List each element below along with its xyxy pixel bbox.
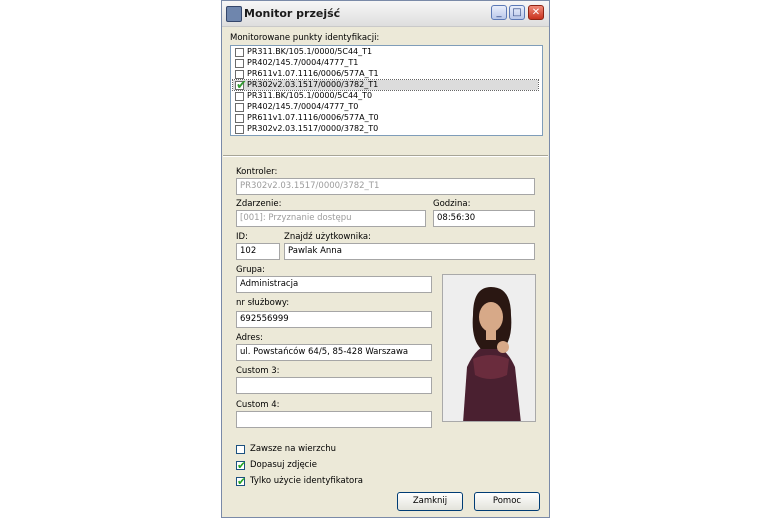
list-item[interactable]: PR311.BK/105.1/0000/5C44_T0 [233,91,538,101]
list-item[interactable]: PR402/145.7/0004/4777_T0 [233,102,538,112]
list-item[interactable]: PR302v2.03.1517/0000/3782_T0 [233,124,538,134]
checkmark-icon: ✔ [237,459,247,472]
zdarzenie-field: [001]: Przyznanie dostępu [236,210,426,227]
title-bar[interactable]: Monitor przejść _ □ ✕ [222,1,549,27]
monitored-listbox[interactable]: PR311.BK/105.1/0000/5C44_T1 PR402/145.7/… [230,45,543,136]
close-window-button[interactable]: ✕ [528,5,544,20]
custom4-field[interactable] [236,411,432,428]
item-checkbox[interactable] [235,114,244,123]
list-item[interactable]: PR402/145.7/0004/4777_T1 [233,58,538,68]
item-checkbox[interactable] [235,125,244,134]
fit-photo-checkbox[interactable]: ✔ [236,459,247,472]
minimize-button[interactable]: _ [491,5,507,20]
person-photo-icon [443,275,535,421]
list-item[interactable]: PR611v1.07.1116/0006/577A_T1 [233,69,538,79]
custom3-label: Custom 3: [236,366,280,376]
fit-photo-option[interactable]: ✔ Dopasuj zdjęcie [236,460,436,473]
item-checkbox[interactable]: ✔ [235,79,247,92]
list-item[interactable]: PR611v1.07.1116/0006/577A_T0 [233,113,538,123]
always-on-top-checkbox[interactable] [236,445,245,454]
monitored-section: Monitorowane punkty identyfikacji: PR311… [222,27,549,154]
adres-field[interactable]: ul. Powstańców 64/5, 85-428 Warszawa [236,344,432,361]
adres-label: Adres: [236,333,263,343]
monitor-window: Monitor przejść _ □ ✕ Monitorowane punkt… [221,0,550,518]
zdarzenie-label: Zdarzenie: [236,199,282,209]
id-label: ID: [236,232,248,242]
grupa-field[interactable]: Administracja [236,276,432,293]
always-on-top-option[interactable]: Zawsze na wierzchu [236,444,436,457]
item-checkbox[interactable] [235,59,244,68]
kontroler-field: PR302v2.03.1517/0000/3782_T1 [236,178,535,195]
item-checkbox[interactable] [235,103,244,112]
nr-label: nr służbowy: [236,298,290,308]
id-only-checkbox[interactable]: ✔ [236,475,247,488]
maximize-button[interactable]: □ [509,5,525,20]
checkmark-icon: ✔ [237,475,247,488]
details-section: Kontroler: PR302v2.03.1517/0000/3782_T1 … [222,157,549,517]
monitored-label: Monitorowane punkty identyfikacji: [230,33,380,43]
znajdz-label: Znajdź użytkownika: [284,232,371,242]
item-checkbox[interactable] [235,92,244,101]
custom3-field[interactable] [236,377,432,394]
kontroler-label: Kontroler: [236,167,278,177]
list-item[interactable]: PR311.BK/105.1/0000/5C44_T1 [233,47,538,57]
godzina-field: 08:56:30 [433,210,535,227]
find-user-field[interactable]: Pawlak Anna [284,243,535,260]
user-photo [442,274,536,422]
help-button[interactable]: Pomoc [474,492,540,511]
grupa-label: Grupa: [236,265,265,275]
window-title: Monitor przejść [244,7,341,20]
app-icon [226,6,242,22]
custom4-label: Custom 4: [236,400,280,410]
id-only-option[interactable]: ✔ Tylko użycie identyfikatora [236,476,436,489]
list-item-selected[interactable]: ✔ PR302v2.03.1517/0000/3782_T1 [232,79,539,92]
nr-field[interactable]: 692556999 [236,311,432,328]
item-checkbox[interactable] [235,48,244,57]
godzina-label: Godzina: [433,199,471,209]
close-button[interactable]: Zamknij [397,492,463,511]
id-field[interactable]: 102 [236,243,280,260]
